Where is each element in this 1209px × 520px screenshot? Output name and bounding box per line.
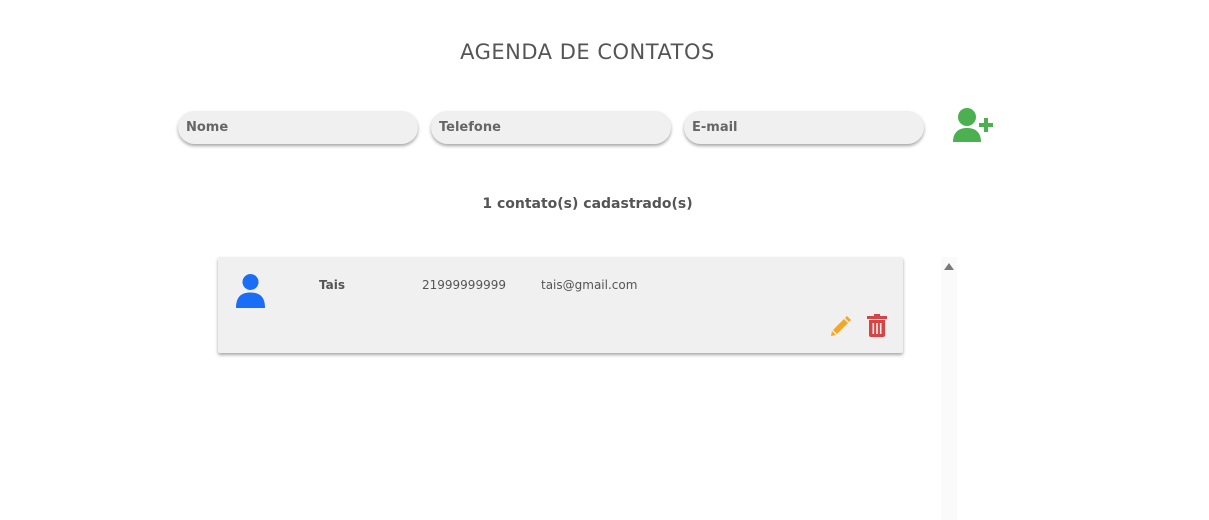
- email-input[interactable]: [684, 111, 924, 144]
- delete-contact-button[interactable]: [867, 314, 887, 337]
- contact-list: Tais 21999999999 tais@gmail.com: [218, 257, 903, 353]
- phone-input[interactable]: [431, 111, 671, 144]
- pencil-icon: [831, 316, 851, 336]
- contacts-count: 1 contato(s) cadastrado(s): [482, 196, 693, 212]
- list-scrollbar[interactable]: [941, 257, 957, 520]
- trash-icon: [867, 314, 887, 337]
- name-input[interactable]: [178, 111, 418, 144]
- contact-card: Tais 21999999999 tais@gmail.com: [218, 257, 903, 353]
- user-icon: [236, 274, 265, 308]
- scroll-up-arrow-icon[interactable]: [944, 263, 954, 270]
- contact-phone: 21999999999: [422, 278, 506, 292]
- user-plus-icon: [953, 108, 993, 142]
- contact-email: tais@gmail.com: [541, 278, 638, 292]
- contact-name: Tais: [319, 278, 345, 292]
- add-contact-button[interactable]: [950, 106, 996, 146]
- page-title: AGENDA DE CONTATOS: [460, 40, 715, 65]
- edit-contact-button[interactable]: [830, 315, 852, 337]
